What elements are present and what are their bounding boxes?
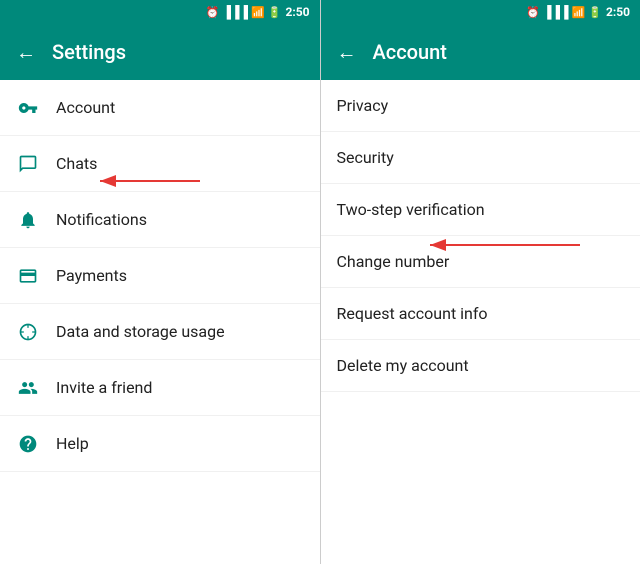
key-icon [16, 96, 40, 120]
chats-label: Chats [56, 154, 97, 173]
menu-item-change-number[interactable]: Change number [321, 236, 640, 288]
right-status-icons: ⏰ ▐▐▐ 📶 🔋 [526, 5, 602, 19]
right-header-title: Account [373, 40, 447, 64]
chat-icon [16, 152, 40, 176]
data-icon [16, 320, 40, 344]
left-header: ← Settings [0, 24, 320, 80]
menu-item-help[interactable]: Help [0, 416, 320, 472]
help-icon [16, 432, 40, 456]
right-time: 2:50 [606, 5, 630, 19]
data-label: Data and storage usage [56, 322, 225, 341]
wifi-icon: 📶 [251, 6, 265, 19]
menu-item-chats[interactable]: Chats [0, 136, 320, 192]
right-status-bar: ⏰ ▐▐▐ 📶 🔋 2:50 [321, 0, 640, 24]
account-label: Account [56, 98, 115, 117]
menu-item-payments[interactable]: Payments [0, 248, 320, 304]
left-time: 2:50 [285, 5, 309, 19]
right-header: ← Account [321, 24, 640, 80]
right-back-button[interactable]: ← [337, 40, 357, 65]
menu-item-privacy[interactable]: Privacy [321, 80, 640, 132]
bell-icon [16, 208, 40, 232]
notifications-label: Notifications [56, 210, 147, 229]
request-info-label: Request account info [337, 304, 488, 323]
left-panel: ⏰ ▐▐▐ 📶 🔋 2:50 ← Settings Account Ch [0, 0, 320, 564]
alarm-icon: ⏰ [206, 6, 220, 19]
two-step-label: Two-step verification [337, 200, 485, 219]
security-label: Security [337, 148, 394, 167]
menu-item-data[interactable]: Data and storage usage [0, 304, 320, 360]
right-battery-icon: 🔋 [588, 6, 602, 19]
right-alarm-icon: ⏰ [526, 6, 540, 19]
invite-icon [16, 376, 40, 400]
menu-item-notifications[interactable]: Notifications [0, 192, 320, 248]
invite-label: Invite a friend [56, 378, 152, 397]
left-status-bar: ⏰ ▐▐▐ 📶 🔋 2:50 [0, 0, 320, 24]
left-back-button[interactable]: ← [16, 40, 36, 65]
payments-label: Payments [56, 266, 127, 285]
menu-item-delete[interactable]: Delete my account [321, 340, 640, 392]
right-signal-icon: ▐▐▐ [543, 5, 569, 19]
privacy-label: Privacy [337, 96, 389, 115]
left-menu-list: Account Chats Notifications [0, 80, 320, 564]
change-number-label: Change number [337, 252, 450, 271]
battery-icon: 🔋 [268, 6, 282, 19]
left-status-icons: ⏰ ▐▐▐ 📶 🔋 [206, 5, 282, 19]
left-header-title: Settings [52, 40, 126, 64]
right-panel: ⏰ ▐▐▐ 📶 🔋 2:50 ← Account Privacy Securit… [321, 0, 640, 564]
menu-item-request-info[interactable]: Request account info [321, 288, 640, 340]
menu-item-invite[interactable]: Invite a friend [0, 360, 320, 416]
right-wifi-icon: 📶 [572, 6, 586, 19]
menu-item-two-step[interactable]: Two-step verification [321, 184, 640, 236]
payment-icon [16, 264, 40, 288]
delete-label: Delete my account [337, 356, 469, 375]
menu-item-security[interactable]: Security [321, 132, 640, 184]
signal-icon: ▐▐▐ [223, 5, 249, 19]
menu-item-account[interactable]: Account [0, 80, 320, 136]
right-menu-list: Privacy Security Two-step verification C… [321, 80, 640, 564]
help-label: Help [56, 434, 89, 453]
